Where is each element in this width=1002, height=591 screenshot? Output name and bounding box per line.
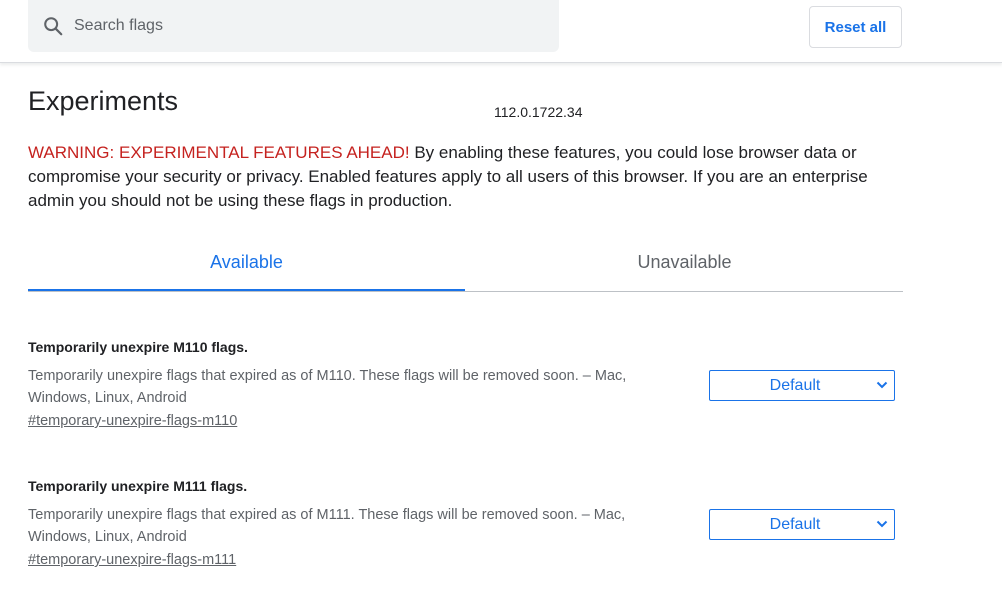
experiment-description: Temporarily unexpire flags that expired … (28, 368, 627, 406)
search-icon (44, 17, 63, 36)
chevron-down-icon (876, 520, 888, 528)
flags-page: Reset all Experiments 112.0.1722.34 WARN… (0, 0, 1002, 591)
experiment-name: Temporarily unexpire M110 flags. (28, 339, 248, 355)
chevron-down-icon (876, 381, 888, 389)
page-title: Experiments (28, 86, 179, 116)
experiment-item: Temporarily unexpire M111 flags. Tempora… (28, 477, 903, 569)
search-box[interactable] (28, 0, 559, 52)
warning-label: WARNING: EXPERIMENTAL FEATURES AHEAD! (28, 143, 410, 162)
tab-unavailable[interactable]: Unavailable (466, 243, 903, 291)
experiment-link[interactable]: #temporary-unexpire-flags-m111 (28, 552, 236, 568)
select-value: Default (769, 377, 821, 394)
experiment-select[interactable]: Default (709, 509, 895, 540)
experiment-select[interactable]: Default (709, 370, 895, 401)
tab-available[interactable]: Available (28, 243, 465, 291)
experiment-name: Temporarily unexpire M111 flags. (28, 478, 248, 494)
warning-message: WARNING: EXPERIMENTAL FEATURES AHEAD! By… (28, 141, 908, 213)
search-input[interactable] (74, 13, 544, 39)
select-value: Default (769, 516, 821, 533)
version-label: 112.0.1722.34 (494, 104, 583, 120)
experiment-item: Temporarily unexpire M110 flags. Tempora… (28, 338, 903, 430)
experiment-link[interactable]: #temporary-unexpire-flags-m110 (28, 413, 237, 429)
tab-bar: Available Unavailable (28, 243, 903, 292)
header-bar: Reset all (0, 0, 1002, 63)
experiment-description: Temporarily unexpire flags that expired … (28, 507, 626, 545)
reset-all-button[interactable]: Reset all (809, 6, 902, 48)
